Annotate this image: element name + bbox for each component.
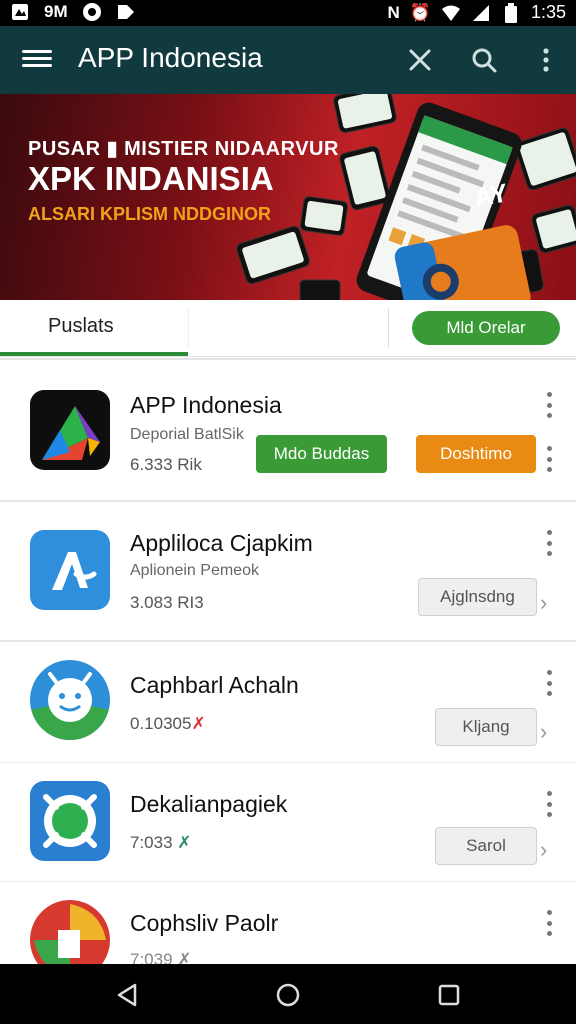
back-icon[interactable]	[110, 978, 144, 1012]
app-name: Caphbarl Achaln	[130, 672, 299, 698]
close-icon[interactable]	[404, 44, 436, 76]
app-size-value: 0.10305	[130, 714, 192, 733]
app-bar: APP Indonesia	[0, 26, 576, 94]
home-icon[interactable]	[271, 978, 305, 1012]
action-button[interactable]: Sarol	[435, 827, 537, 865]
smiley-icon	[30, 660, 110, 740]
list-item[interactable]: APP Indonesia Deporial BatlSik 6.333 Rik…	[0, 360, 576, 500]
list-item[interactable]: Cophsliv Paolr 7:039 ✗	[0, 882, 576, 964]
list-item[interactable]: Dekalianpagiek 7:033 ✗ Sarol ›	[0, 763, 576, 881]
alarm-icon: ⏰	[409, 2, 431, 22]
app-name: Appliloca Cjapkim	[130, 530, 313, 556]
overflow-icon[interactable]	[541, 791, 557, 817]
overflow-icon[interactable]	[541, 670, 557, 696]
tab-bar: Puslats Mld Orelar	[0, 300, 576, 357]
status-bar: 9M N ⏰ 1:35	[0, 0, 576, 26]
tab-label: Puslats	[48, 315, 114, 337]
app-name: Dekalianpagiek	[130, 791, 288, 817]
clock: 1:35	[530, 2, 566, 22]
app-size: 7:039 ✗	[130, 950, 192, 964]
menu-icon[interactable]	[22, 46, 52, 74]
order-button[interactable]: Mld Orelar	[412, 311, 560, 345]
status-left-text: 9M	[44, 2, 68, 21]
app-size: 0.10305✗	[130, 714, 206, 734]
app-size: 7:033 ✗	[130, 833, 192, 853]
tab-divider	[188, 308, 189, 348]
app-title: APP Indonesia	[78, 42, 263, 73]
size-mark: ✗	[177, 833, 192, 852]
promo-banner[interactable]: PUSAR ▮ MISTIER NIDAARVUR XPK INDANISIA …	[0, 94, 576, 300]
app-name: Cophsliv Paolr	[130, 910, 279, 936]
signal-icon	[471, 3, 491, 23]
install-button[interactable]: Mdo Buddas	[256, 435, 387, 473]
red-circle-icon	[30, 900, 110, 964]
nfc-icon: N	[387, 2, 400, 22]
circle-app-icon	[82, 2, 102, 22]
overflow-icon[interactable]	[541, 530, 557, 556]
list-item[interactable]: Caphbarl Achaln 0.10305✗ Kljang ›	[0, 642, 576, 762]
app-size: 6.333 Rik	[130, 455, 202, 474]
overflow-icon[interactable]	[541, 446, 557, 472]
app-size: 3.083 RI3	[130, 593, 204, 612]
play-triangle-icon	[30, 390, 110, 470]
app-size-value: 7:033	[130, 833, 173, 852]
app-name: APP Indonesia	[130, 392, 282, 418]
chevron-right-icon[interactable]: ›	[540, 719, 547, 745]
tab-divider	[388, 308, 389, 348]
recents-icon[interactable]	[432, 978, 466, 1012]
overflow-icon[interactable]	[530, 44, 562, 76]
action-button[interactable]: Ajglnsdng	[418, 578, 537, 616]
overflow-icon[interactable]	[541, 910, 557, 936]
chevron-right-icon[interactable]: ›	[540, 590, 547, 616]
download-button[interactable]: Doshtimo	[416, 435, 536, 473]
battery-icon	[501, 2, 521, 23]
navigation-bar	[0, 964, 576, 1024]
phone-icon	[30, 530, 110, 610]
chevron-right-icon[interactable]: ›	[540, 837, 547, 863]
action-button[interactable]: Kljang	[435, 708, 537, 746]
wifi-icon	[441, 3, 461, 23]
banner-badge-text: AY	[471, 177, 510, 213]
notification-icon	[10, 2, 30, 22]
tab-puslats[interactable]: Puslats	[0, 300, 188, 356]
app-subtitle: Aplionein Pemeok	[130, 562, 259, 579]
overflow-icon[interactable]	[541, 392, 557, 418]
circle-badge-icon	[30, 781, 110, 861]
app-subtitle: Deporial BatlSik	[130, 426, 244, 443]
list-item[interactable]: Appliloca Cjapkim Aplionein Pemeok 3.083…	[0, 502, 576, 640]
tag-icon	[116, 2, 136, 22]
search-icon[interactable]	[468, 44, 500, 76]
size-mark: ✗	[191, 714, 206, 733]
